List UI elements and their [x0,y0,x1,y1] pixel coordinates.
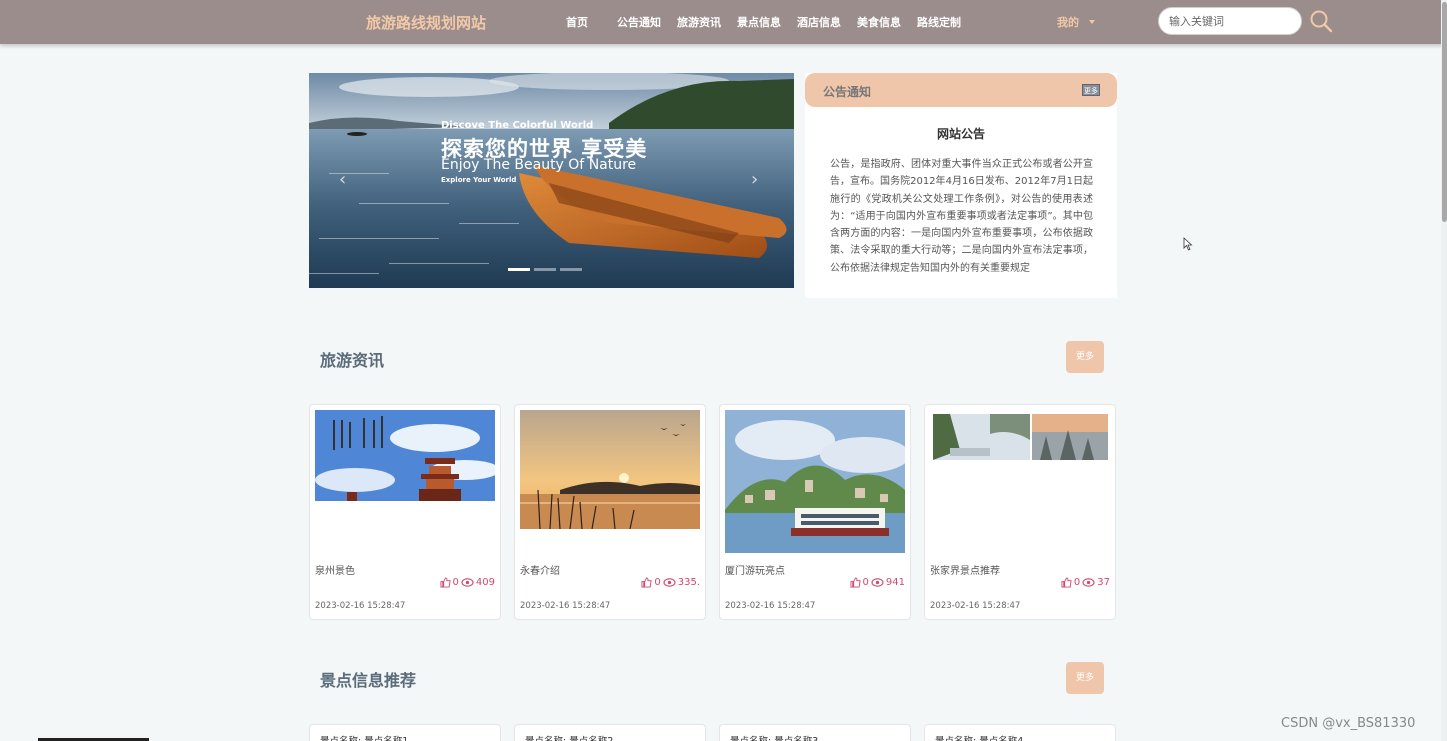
nav-hotel[interactable]: 酒店信息 [797,14,841,30]
carousel-dot-3[interactable] [560,268,582,271]
scenic-card[interactable]: 景点名称: 景点名称4 [924,724,1116,741]
section-title-scenic: 景点信息推荐 [320,671,417,690]
main-nav: 首页 公告通知 旅游资讯 景点信息 酒店信息 美食信息 路线定制 [566,14,977,30]
carousel-dot-1[interactable] [508,268,530,271]
news-card[interactable]: 永春介绍 0 335. 2023-02-16 15:28:47 [514,404,706,620]
view-count: 335. [677,577,700,588]
view-count: 941 [885,577,905,588]
news-thumb-image [315,410,495,501]
news-card-title: 厦门游玩亮点 [725,566,785,577]
view-icon [871,578,884,587]
like-count: 0 [1073,577,1081,588]
news-card-title: 永春介绍 [520,566,560,577]
banner-subheadline: Enjoy The Beauty Of Nature [441,157,637,173]
user-menu-label: 我的 [1057,16,1079,29]
news-card-date: 2023-02-16 15:28:47 [315,601,406,611]
news-card-title: 泉州景色 [315,566,355,577]
like-count: 0 [654,577,661,588]
news-thumb-image [725,410,905,553]
nav-food[interactable]: 美食信息 [857,14,901,30]
news-card[interactable]: 泉州景色 0 409 2023-02-16 15:28:47 [309,404,501,620]
like-icon[interactable] [641,577,652,588]
scenic-card[interactable]: 景点名称: 景点名称3 [719,724,911,741]
mouse-cursor-icon [1183,237,1193,251]
news-card-date: 2023-02-16 15:28:47 [930,601,1021,611]
like-count: 0 [452,577,459,588]
news-thumb-image [520,410,700,529]
carousel-prev-icon[interactable]: ‹ [339,169,346,190]
watermark: CSDN @vx_BS81330 [1281,716,1416,731]
news-card[interactable]: 张家界景点推荐 0 37 2023-02-16 15:28:47 [924,404,1116,620]
like-icon[interactable] [439,577,451,588]
caret-down-icon [1089,20,1095,24]
page-scrollbar[interactable] [1441,0,1447,741]
carousel-indicators [508,268,582,271]
view-count: 37 [1097,577,1110,588]
nav-notice[interactable]: 公告通知 [617,14,661,30]
nav-news[interactable]: 旅游资讯 [677,14,721,30]
carousel-dot-2[interactable] [534,268,556,271]
search-icon[interactable] [1309,9,1333,33]
view-count: 409 [475,577,495,588]
news-card-date: 2023-02-16 15:28:47 [725,601,816,611]
notice-more-button[interactable]: 更多 [1082,84,1100,96]
view-icon [663,578,676,587]
nav-route[interactable]: 路线定制 [917,14,961,30]
news-card[interactable]: 厦门游玩亮点 0 941 2023-02-16 15:28:47 [719,404,911,620]
notice-header: 公告通知 更多 [805,73,1117,107]
scrollbar-thumb[interactable] [1442,2,1447,222]
news-card-date: 2023-02-16 15:28:47 [520,601,611,611]
news-card-title: 张家界景点推荐 [930,566,1000,577]
scenic-card[interactable]: 景点名称: 景点名称1 [309,724,501,741]
banner-caption: Explore Your World [441,176,517,184]
banner-image [309,73,794,288]
banner-carousel[interactable]: Discove The Colorful World 探索您的世界 享受美 En… [309,73,794,288]
banner-tagline: Discove The Colorful World [441,120,594,131]
site-title[interactable]: 旅游路线规划网站 [366,12,486,33]
news-more-button[interactable]: 更多 [1066,341,1104,373]
search-input[interactable] [1158,7,1302,35]
like-icon[interactable] [849,577,861,588]
scenic-card-name: 景点名称: 景点名称3 [730,733,818,741]
scenic-card-name: 景点名称: 景点名称2 [525,733,613,741]
like-count: 0 [862,577,869,588]
news-card-stats: 0 335. [641,577,700,588]
notice-title: 公告通知 [823,85,872,99]
news-card-stats: 0 37 [1061,577,1110,588]
section-title-news: 旅游资讯 [320,351,385,370]
carousel-next-icon[interactable]: › [751,169,758,190]
view-icon [1082,578,1095,587]
news-card-stats: 0 941 [849,577,905,588]
scenic-more-button[interactable]: 更多 [1066,662,1104,694]
news-thumb-image [930,410,1110,460]
user-menu[interactable]: 我的 [1057,14,1095,30]
view-icon [461,578,474,587]
scenic-card-name: 景点名称: 景点名称1 [320,733,408,741]
scenic-card[interactable]: 景点名称: 景点名称2 [514,724,706,741]
notice-heading[interactable]: 网站公告 [805,125,1117,142]
nav-home[interactable]: 首页 [566,14,588,30]
notice-panel: 公告通知 更多 网站公告 公告，是指政府、团体对重大事件当众正式公布或者公开宣告… [805,73,1117,298]
nav-scenic[interactable]: 景点信息 [737,14,781,30]
news-card-stats: 0 409 [439,577,495,588]
top-navbar: 旅游路线规划网站 首页 公告通知 旅游资讯 景点信息 酒店信息 美食信息 路线定… [0,0,1447,44]
like-icon[interactable] [1061,577,1072,588]
notice-fade [805,268,1117,298]
scenic-card-name: 景点名称: 景点名称4 [935,733,1023,741]
